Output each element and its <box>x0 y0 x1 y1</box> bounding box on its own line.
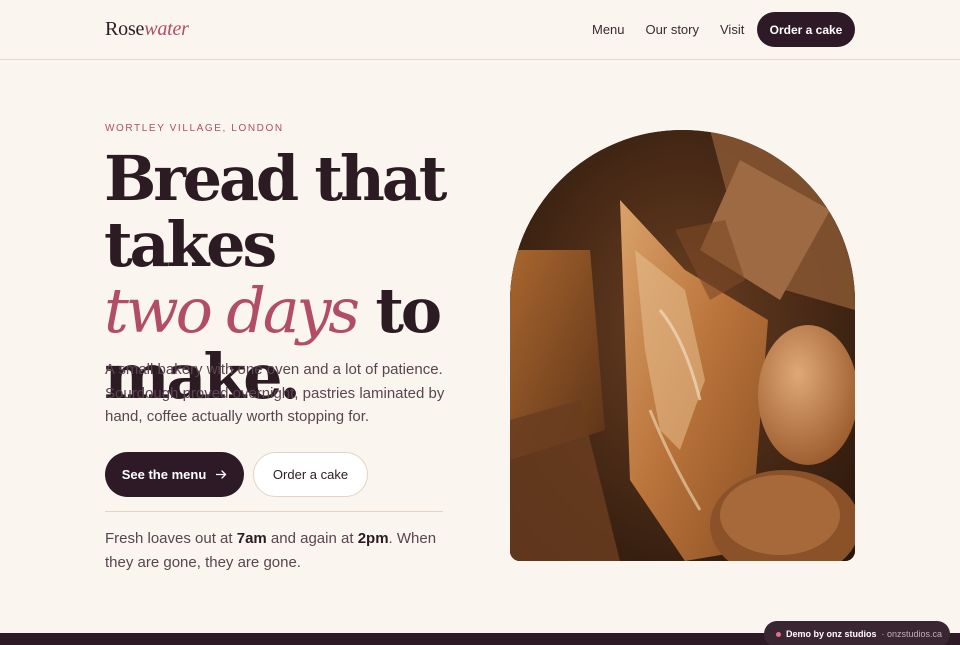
divider <box>105 511 443 512</box>
nav-link-visit[interactable]: Visit <box>720 22 744 37</box>
logo-main: Rose <box>105 18 145 40</box>
bake-times-note: Fresh loaves out at 7am and again at 2pm… <box>105 527 455 574</box>
logo-accent: water <box>144 18 189 40</box>
bread-photo-illustration <box>510 130 855 561</box>
demo-credit-label: Demo by onz studios <box>786 629 877 639</box>
location-eyebrow: WORTLEY VILLAGE, LONDON <box>105 123 284 134</box>
see-menu-label: See the menu <box>121 467 207 482</box>
note-prefix: Fresh loaves out at <box>105 530 237 547</box>
see-menu-button[interactable]: See the menu <box>105 452 244 497</box>
site-header: Rosewater Menu Our story Visit Order a c… <box>0 0 960 60</box>
headline-line-1: Bread that takes <box>104 142 447 281</box>
nav-link-our-story[interactable]: Our story <box>646 22 699 37</box>
arrow-right-icon <box>215 467 227 482</box>
main-nav: Menu Our story Visit <box>592 22 744 37</box>
headline-accent: two days <box>104 274 360 347</box>
note-time-afternoon: 2pm <box>357 530 389 547</box>
order-cake-button[interactable]: Order a cake <box>757 12 855 47</box>
order-cake-secondary-button[interactable]: Order a cake <box>253 452 368 497</box>
bread-photo <box>510 130 855 561</box>
hero-description: A small bakery with one oven and a lot o… <box>105 361 445 425</box>
note-mid: and again at <box>266 530 358 547</box>
demo-credit-badge[interactable]: Demo by onz studios · onzstudios.ca <box>764 621 950 645</box>
nav-link-menu[interactable]: Menu <box>592 22 625 37</box>
status-dot-icon <box>776 631 781 637</box>
headline-to: to <box>375 274 442 347</box>
demo-credit-site: · onzstudios.ca <box>881 629 943 639</box>
logo[interactable]: Rosewater <box>105 18 189 41</box>
note-time-morning: 7am <box>236 530 267 547</box>
